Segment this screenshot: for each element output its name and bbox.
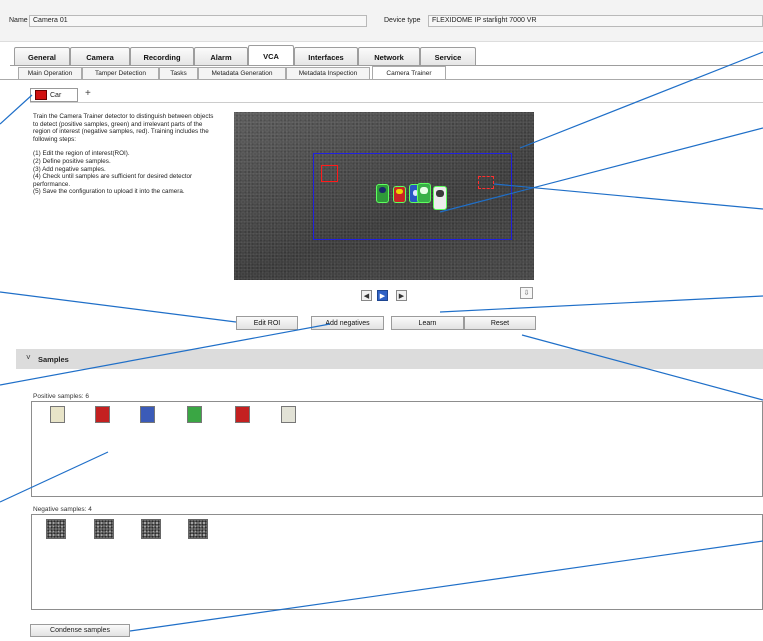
positive-samples-label: Positive samples: 6 [33,393,89,400]
subtab-tamper-detection[interactable]: Tamper Detection [82,67,159,79]
negative-sample-thumb[interactable] [188,519,208,539]
download-icon[interactable]: ⇩ [520,287,533,299]
tab-camera[interactable]: Camera [70,47,130,66]
tab-interfaces[interactable]: Interfaces [294,47,358,66]
name-field[interactable]: Camera 01 [29,15,367,27]
tab-network[interactable]: Network [358,47,420,66]
subtab-metadata-inspection[interactable]: Metadata Inspection [286,67,370,79]
toy-car-detail [436,190,444,197]
detector-tab-car[interactable]: Car [30,88,78,102]
samples-section-header[interactable] [16,349,763,369]
subtab-main-operation[interactable]: Main Operation [18,67,82,79]
condense-samples-button[interactable]: Condense samples [30,624,130,637]
callout-line [439,295,763,313]
callout-line [493,183,763,210]
callout-line [519,51,763,149]
tab-service[interactable]: Service [420,47,476,66]
positive-sample-thumb[interactable] [281,406,296,423]
positive-sample-thumb[interactable] [140,406,155,423]
negative-sample-box[interactable] [321,165,338,182]
tab-general[interactable]: General [14,47,70,66]
positive-sample-thumb[interactable] [235,406,250,423]
tab-vca[interactable]: VCA [248,45,294,66]
name-label: Name [9,17,28,24]
callout-line [0,291,237,323]
toy-car-detail [396,189,403,194]
next-frame-button[interactable]: ▶ [396,290,407,301]
positive-sample-box[interactable] [478,176,494,189]
instruction-step: (4) Check until samples are sufficient f… [33,173,193,188]
positive-sample-thumb[interactable] [187,406,202,423]
instruction-step: (3) Add negative samples. [33,165,106,173]
add-negatives-button[interactable]: Add negatives [311,316,384,330]
edit-roi-button[interactable]: Edit ROI [236,316,298,330]
add-detector-icon[interactable]: + [85,88,91,99]
subtab-camera-trainer[interactable]: Camera Trainer [372,66,446,79]
instruction-step: (5) Save the configuration to upload it … [33,188,185,196]
detector-color-swatch [35,90,47,100]
device-type-field: FLEXIDOME IP starlight 7000 VR [428,15,763,27]
toy-car-window [379,187,386,193]
positive-sample-thumb[interactable] [50,406,65,423]
negative-sample-thumb[interactable] [141,519,161,539]
positive-sample-thumb[interactable] [95,406,110,423]
instructions-text: Train the Camera Trainer detector to dis… [33,113,218,196]
tab-alarm[interactable]: Alarm [194,47,248,66]
learn-button[interactable]: Learn [391,316,464,330]
samples-title: Samples [38,355,69,364]
previous-frame-button[interactable]: ◀ [361,290,372,301]
subtab-tasks[interactable]: Tasks [159,67,198,79]
subtab-metadata-generation[interactable]: Metadata Generation [198,67,286,79]
detector-divider [30,102,763,103]
device-type-label: Device type [384,17,421,24]
play-button[interactable]: ▶ [377,290,388,301]
chevron-down-icon[interactable]: ˅ [26,353,31,362]
toy-car-detail [420,187,428,194]
detector-label: Car [50,91,62,99]
negative-sample-thumb[interactable] [46,519,66,539]
instruction-step: (1) Edit the region of interest(ROI). [33,150,130,158]
tab-recording[interactable]: Recording [130,47,194,66]
subtab-divider [0,79,763,80]
callout-line [0,94,33,125]
reset-button[interactable]: Reset [464,316,536,330]
negative-sample-thumb[interactable] [94,519,114,539]
instructions-intro: Train the Camera Trainer detector to dis… [33,113,214,143]
instruction-step: (2) Define positive samples. [33,157,111,165]
negative-samples-label: Negative samples: 4 [33,506,92,513]
